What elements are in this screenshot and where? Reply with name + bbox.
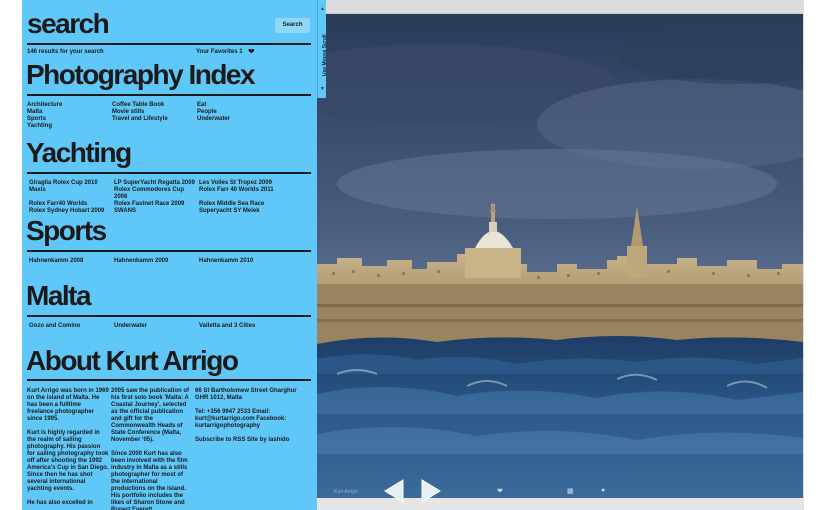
dot-icon[interactable]: ●: [601, 487, 605, 494]
favorites-link[interactable]: Your Favorites 1: [196, 49, 243, 56]
link-rolex-fastnet[interactable]: Rolex Fastnet Race 2009: [114, 201, 199, 208]
link-hahnenkamm-2008[interactable]: Hahnenkamm 2008: [29, 258, 114, 265]
link-architecture[interactable]: Architecture: [27, 102, 112, 109]
photo-valletta-skyline[interactable]: [317, 14, 803, 498]
photo-image: [317, 14, 803, 498]
link-rolex-sydney-hobart[interactable]: Rolex Sydney Hobart 2009: [29, 208, 114, 215]
photography-index-list: Architecture Coffee Table Book Eat Malta…: [27, 102, 311, 130]
link-coffee-table-book[interactable]: Coffee Table Book: [112, 102, 197, 109]
address-text: 66 St Bartholomew Street Gharghur GHR 10…: [195, 388, 297, 401]
link-giraglia[interactable]: Giraglia Rolex Cup 2010: [29, 180, 114, 187]
yachting-list: Giraglia Rolex Cup 2010 LP SuperYacht Re…: [29, 180, 313, 215]
heart-icon[interactable]: ❤: [248, 48, 255, 56]
link-malta[interactable]: Malta: [27, 109, 112, 116]
about-paragraph: He has also excelled in: [27, 500, 93, 506]
index-panel: search Search 146 results for your searc…: [22, 0, 317, 510]
link-sports[interactable]: Sports: [27, 116, 112, 123]
section-title-photography-index: Photography Index: [26, 59, 256, 90]
about-column-2: 2005 saw the publication of his first so…: [111, 388, 195, 510]
link-people[interactable]: People: [197, 109, 311, 116]
heart-icon[interactable]: ❤: [497, 487, 503, 495]
section-title-sports: Sports: [26, 215, 107, 246]
link-lp-superyacht[interactable]: LP SuperYacht Regatta 2009: [114, 180, 199, 187]
link-maxis[interactable]: Maxis: [29, 187, 114, 201]
about-paragraph: Since 2000 Kurt has also been involved w…: [111, 451, 188, 510]
link-les-voiles[interactable]: Les Voiles St Tropez 2009: [199, 180, 313, 187]
link-rolex-farr40-2011[interactable]: Rolex Farr 40 Worlds 2011: [199, 187, 313, 201]
link-underwater[interactable]: Underwater: [197, 116, 311, 123]
divider: [27, 315, 311, 317]
viewer-top-bar: [317, 0, 803, 14]
search-button[interactable]: Search: [275, 18, 310, 33]
malta-list: Gozo and Comino Underwater Valletta and …: [29, 323, 313, 330]
link-travel-and-lifestyle[interactable]: Travel and Lifestyle: [112, 116, 197, 123]
sports-list: Hahnenkamm 2008 Hahnenkamm 2009 Hahnenka…: [29, 258, 313, 265]
search-title: search: [27, 8, 110, 39]
divider: [27, 250, 311, 252]
about-paragraph: Kurt is highly regarded in the realm of …: [27, 430, 109, 492]
mouse-scroll-label: Use Mouse Scroll: [322, 34, 328, 76]
link-gozo-comino[interactable]: Gozo and Comino: [29, 323, 114, 330]
arrow-right-icon[interactable]: [418, 478, 444, 504]
mouse-scroll-tab[interactable]: ▲ Use Mouse Scroll ▼: [317, 0, 328, 98]
link-hahnenkamm-2010[interactable]: Hahnenkamm 2010: [199, 258, 313, 265]
section-title-about: About Kurt Arrigo: [26, 345, 239, 376]
link-swans[interactable]: SWANS: [114, 208, 199, 215]
link-superyacht-melek[interactable]: Superyacht SY Melek: [199, 208, 313, 215]
link-rolex-farr40-worlds[interactable]: Rolex Farr40 Worlds: [29, 201, 114, 208]
divider: [27, 379, 311, 381]
link-movie-stills[interactable]: Movie stills: [112, 109, 197, 116]
about-column-3: 66 St Bartholomew Street Gharghur GHR 10…: [195, 388, 311, 510]
results-count: 146 results for your search: [27, 49, 104, 55]
right-margin: [803, 0, 825, 510]
divider: [27, 172, 311, 174]
section-title-malta: Malta: [26, 280, 92, 311]
link-eat[interactable]: Eat: [197, 102, 311, 109]
link-hahnenkamm-2009[interactable]: Hahnenkamm 2009: [114, 258, 199, 265]
footer-links[interactable]: Subscribe to RSS Site by iashido: [195, 437, 309, 444]
about-paragraph: Kurt Arrigo was born in 1969 on the isla…: [27, 388, 109, 422]
contact-text[interactable]: Tel: +356 9947 2533 Email: kurt@kurtarri…: [195, 409, 309, 430]
divider: [27, 94, 311, 96]
section-title-yachting: Yachting: [26, 137, 132, 168]
about-column-1: Kurt Arrigo was born in 1969 on the isla…: [27, 388, 111, 510]
link-yachting[interactable]: Yachting: [27, 123, 112, 130]
grid-icon[interactable]: ▦: [567, 487, 574, 495]
link-rolex-commodores[interactable]: Rolex Commodores Cup 2008: [114, 187, 199, 201]
photo-viewer: Kurt Arrigo ❤ ▦ ●: [317, 0, 803, 510]
triangle-down-icon[interactable]: ▼: [319, 86, 326, 92]
about-paragraph: 2005 saw the publication of his first so…: [111, 388, 190, 443]
link-valletta[interactable]: Valletta and 3 Cities: [199, 323, 313, 330]
divider: [27, 43, 311, 45]
triangle-up-icon[interactable]: ▲: [319, 6, 326, 12]
about-text: Kurt Arrigo was born in 1969 on the isla…: [27, 388, 311, 510]
arrow-left-icon[interactable]: [381, 478, 407, 504]
link-underwater-malta[interactable]: Underwater: [114, 323, 199, 330]
photo-caption: Kurt Arrigo: [334, 489, 358, 495]
link-rolex-middle-sea[interactable]: Rolex Middle Sea Race: [199, 201, 313, 208]
